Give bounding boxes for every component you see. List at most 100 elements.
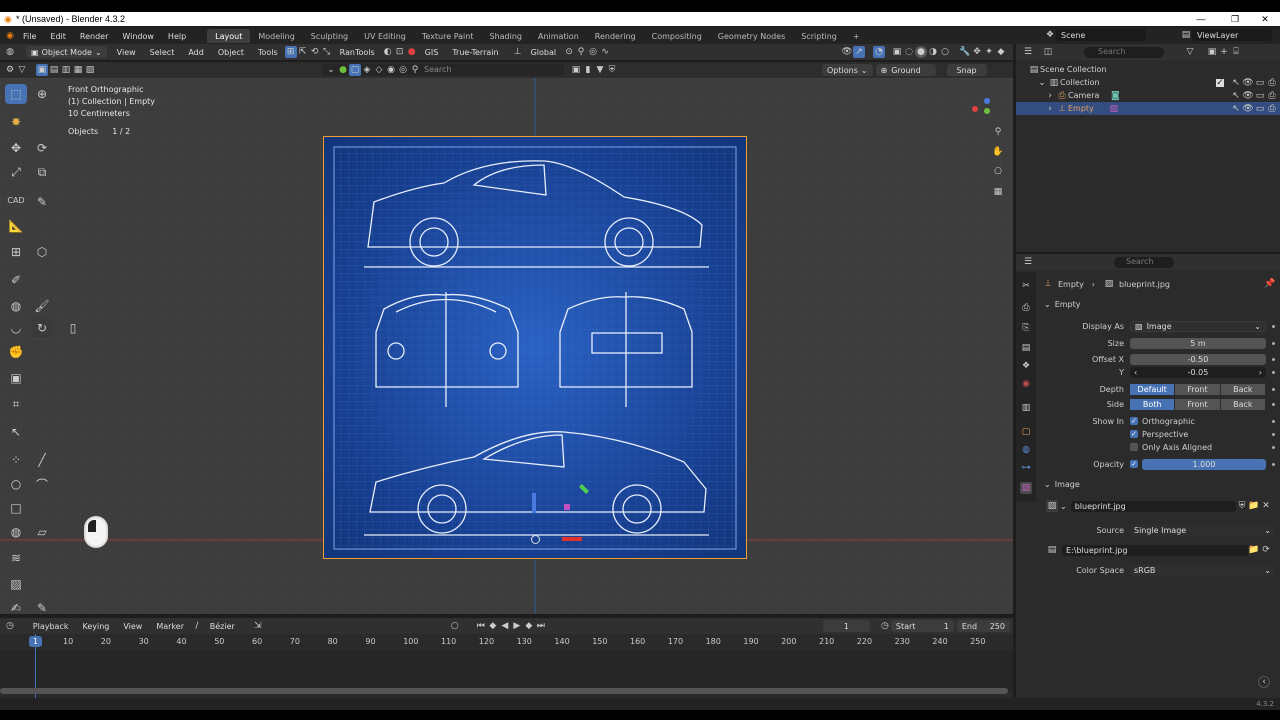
unlink-icon[interactable]: ✕ [1260,500,1272,512]
tab-modeling[interactable]: Modeling [250,29,302,43]
grab-tool-icon[interactable]: ✊ [5,342,27,362]
transform-icon[interactable]: ⇱ [297,46,309,58]
funnel-icon[interactable]: ▼ [594,64,606,76]
visibility-icon[interactable]: 👁 [841,46,853,58]
filepath-field[interactable]: E:\blueprint.jpg [1062,544,1248,556]
menu-select[interactable]: Select [143,48,182,57]
size-field[interactable]: 5 m [1130,337,1266,349]
select-arrow-icon[interactable]: ↖ [1230,103,1242,115]
world-tab-icon[interactable]: ◉ [1020,378,1032,390]
options-dropdown[interactable]: Options ⌄ [822,64,873,76]
image-browse-icon[interactable]: ▨ [1046,500,1058,512]
end-frame-field[interactable]: End 250 [956,620,1010,632]
scene-selector[interactable]: ❖ Scene [1044,29,1149,41]
keyframe-dot-icon[interactable] [1272,402,1275,406]
tab-layout[interactable]: Layout [207,29,251,43]
loop-tool-icon[interactable]: ↻ [31,318,53,338]
display-as-dropdown[interactable]: ▨ Image ⌄ [1130,320,1266,332]
outliner-row-collection[interactable]: ⌄ ▥ Collection ✓ ↖ 👁 ▭ ⎙ [1016,76,1280,89]
chevron-down-icon[interactable]: ⌄ [1036,77,1048,89]
render-tab-icon[interactable]: ⎙ [1020,302,1032,314]
dropdown-icon[interactable]: ⌄ [325,64,337,76]
outliner-row-camera[interactable]: › ⎙ Camera ◙ ↖ 👁 ▭ ⎙ [1016,89,1280,102]
blueprint-image-empty[interactable] [323,136,747,559]
sculpt-tool-icon[interactable]: ◍ [5,296,27,316]
menu-render[interactable]: Render [73,32,115,41]
menu-object[interactable]: Object [211,48,251,57]
side-back-option[interactable]: Back [1220,398,1265,410]
knife-tool-icon[interactable]: ✐ [5,270,27,290]
proportional-edit-icon[interactable]: ◎ [587,46,599,58]
shading-popover-icon[interactable]: ✦ [983,46,995,58]
source-dropdown[interactable]: Single Image ⌄ [1130,524,1275,536]
record-icon[interactable]: ○ [449,620,461,632]
chevron-right-icon[interactable]: › [1044,103,1056,115]
select-box-intersect-icon[interactable]: ▧ [84,64,96,76]
decrement-arrow-icon[interactable]: ‹ [1134,368,1137,377]
eye-icon[interactable]: 👁 [1242,103,1254,115]
side-both-option[interactable]: Both [1130,398,1175,410]
select-box-new-icon[interactable]: ▣ [36,64,48,76]
camera-small-icon[interactable]: ◎ [397,64,409,76]
increment-arrow-icon[interactable]: › [1259,368,1262,377]
axis-aligned-checkbox[interactable]: Only Axis Aligned [1130,443,1266,452]
new-collection-icon[interactable]: ▣ [1206,46,1218,58]
color-space-dropdown[interactable]: sRGB ⌄ [1130,564,1275,576]
menu-rantools[interactable]: RanTools [333,48,382,57]
timeline-editor-icon[interactable]: ◷ [4,620,16,632]
menu-playback[interactable]: Playback [26,622,76,631]
rect-tool-icon[interactable]: □ [5,498,27,518]
extra-tool-icon[interactable]: ▯ [62,318,84,338]
scene-tab-icon[interactable]: ❖ [1020,360,1032,372]
gizmo-z-axis[interactable] [532,493,536,513]
crop-tool-icon[interactable]: ⌗ [5,394,27,414]
next-keyframe-icon[interactable]: ◆ [523,620,535,632]
clock-icon[interactable]: ◷ [879,620,891,632]
outliner-row-scene-collection[interactable]: ▤ Scene Collection [1016,63,1280,76]
menu-file[interactable]: File [16,32,43,41]
add-workspace-icon[interactable]: + [845,29,868,43]
depth-default-option[interactable]: Default [1130,383,1175,395]
current-frame-field[interactable]: 1 [822,620,871,632]
keyframe-dot-icon[interactable] [1272,462,1275,466]
gis-icon[interactable]: ● [406,46,418,58]
wave-tool-icon[interactable]: ≋ [5,548,27,568]
tab-scripting[interactable]: Scripting [793,29,845,43]
rotate-tool-icon[interactable]: ⟳ [31,138,53,158]
display-mode-icon[interactable]: ◫ [1042,46,1054,58]
orientation-dropdown[interactable]: Global [524,48,564,57]
keyframe-dot-icon[interactable] [1272,387,1275,391]
opacity-slider[interactable]: 1.000 [1142,458,1266,470]
pointer-tool-icon[interactable]: ↖ [5,422,27,442]
sidebar-toggle-icon[interactable]: ◆ [995,46,1007,58]
add-mesh-tool-icon[interactable]: ⬡ [31,242,53,262]
keyframe-dot-icon[interactable] [1272,324,1275,328]
scale-icon[interactable]: ⤡ [321,46,333,58]
solid-shading-icon[interactable]: ● [915,46,927,58]
tab-uv-editing[interactable]: UV Editing [356,29,414,43]
physics-tab-icon[interactable]: ◍ [1020,444,1032,456]
collapse-icon[interactable]: ⌸ [1230,46,1242,58]
timeline-scrollbar[interactable] [0,688,1008,694]
tab-geometry-nodes[interactable]: Geometry Nodes [710,29,793,43]
open-folder-icon[interactable]: 📁 [1248,500,1260,512]
move-tool-icon[interactable]: ✥ [5,138,27,158]
blender-menu-icon[interactable]: ◉ [4,30,16,42]
wireframe-shading-icon[interactable]: ◌ [903,46,915,58]
outliner-editor-icon[interactable]: ☰ [1022,46,1034,58]
jump-end-icon[interactable]: ⏭ [535,620,547,632]
output-tab-icon[interactable]: ⎘ [1020,322,1032,334]
arc-tool-icon[interactable]: ⌒ [31,474,53,494]
light-icon[interactable]: ◉ [385,64,397,76]
tool-tab-icon[interactable]: ✂ [1020,280,1032,292]
transform-settings-icon[interactable]: ✥ [971,46,983,58]
opacity-checkbox[interactable]: ✓ [1130,460,1138,468]
render-camera-icon[interactable]: ⎙ [1266,77,1278,89]
tab-animation[interactable]: Animation [530,29,587,43]
tab-sculpting[interactable]: Sculpting [303,29,356,43]
close-button[interactable]: ✕ [1250,12,1280,26]
menu-add[interactable]: Add [181,48,211,57]
brush-tool-icon[interactable]: 🖌 [31,296,53,316]
bookmark-icon[interactable]: ▮ [582,64,594,76]
hatch-tool-icon[interactable]: ▨ [5,574,27,594]
